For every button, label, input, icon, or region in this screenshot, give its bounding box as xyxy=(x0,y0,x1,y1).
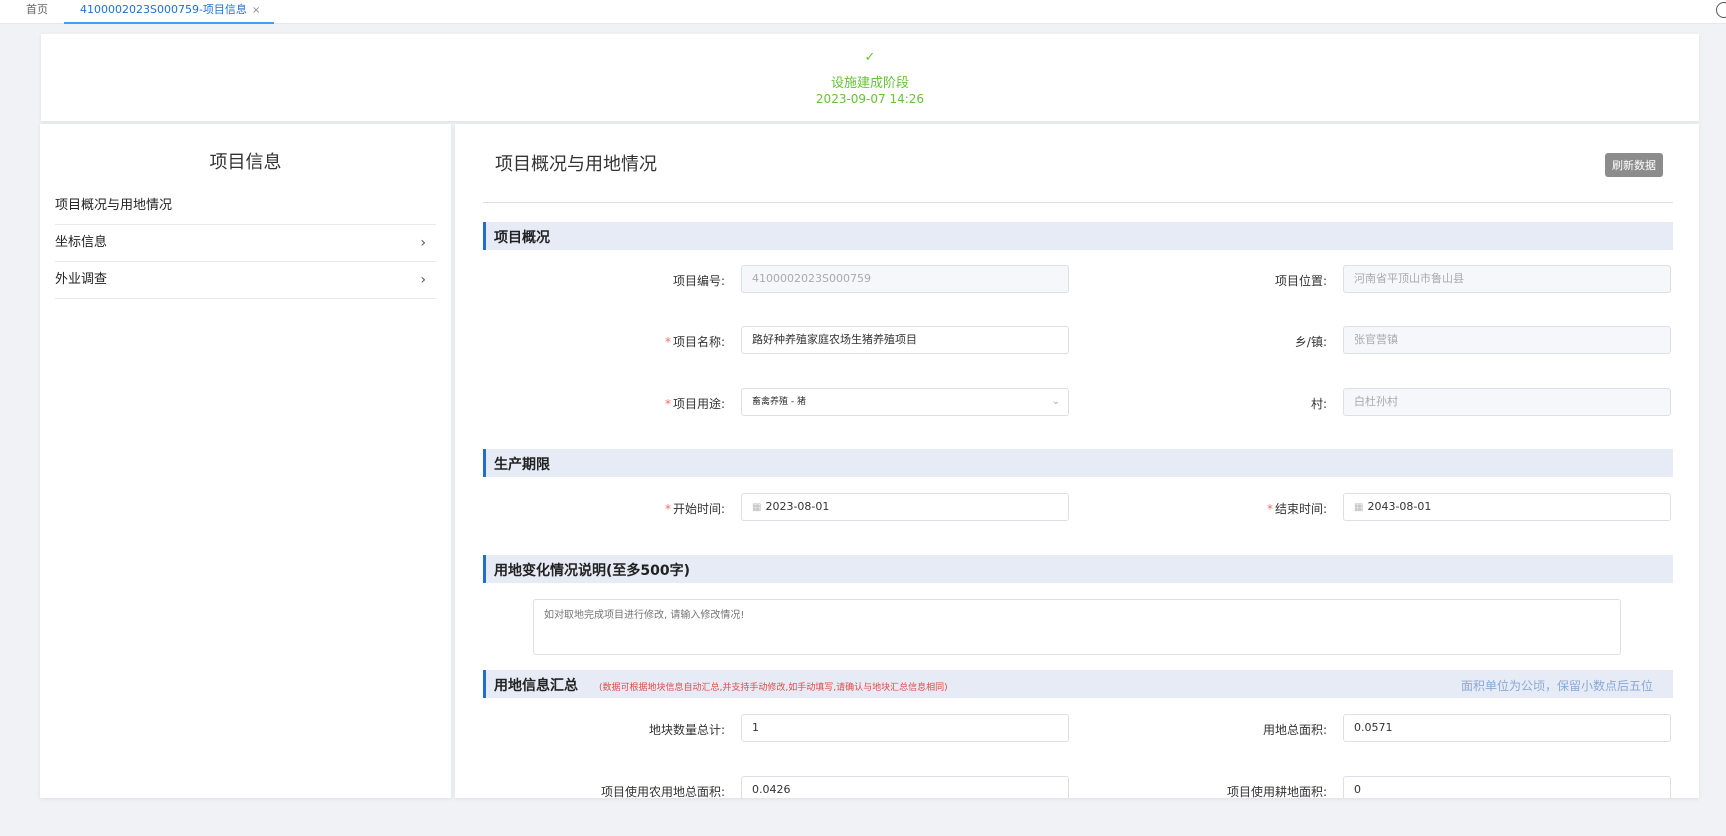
farm-area-label: 项目使用耕地面积: xyxy=(1226,785,1327,798)
required-mark: * xyxy=(664,335,671,349)
village-label: 村: xyxy=(1310,397,1327,411)
location-field[interactable]: 河南省平顶山市鲁山县 xyxy=(1343,265,1671,293)
section-title: 生产期限 xyxy=(494,457,550,473)
project-name-label: * 项目名称: xyxy=(615,333,725,350)
project-name-label-text: 项目名称: xyxy=(672,335,725,349)
chevron-down-icon: ⌄ xyxy=(1051,396,1060,407)
total-area-label: 用地总面积: xyxy=(1262,723,1327,737)
town-label: 乡/镇: xyxy=(1294,335,1327,349)
section-title: 项目概况 xyxy=(494,230,550,246)
plot-count-field[interactable]: 1 xyxy=(741,714,1069,742)
required-mark: * xyxy=(1266,502,1273,516)
chevron-right-icon: › xyxy=(420,235,426,251)
total-area-field[interactable]: 0.0571 xyxy=(1343,714,1671,742)
nav-item-label: 项目概况与用地情况 xyxy=(55,198,173,213)
plot-count-label: 地块数量总计: xyxy=(648,723,725,737)
agri-area-field[interactable]: 0.0426 xyxy=(741,776,1069,798)
section-summary: 用地信息汇总 (数据可根据地块信息自动汇总,并支持手动修改,如手动填写,请确认与… xyxy=(483,670,1673,698)
tab-project-info[interactable]: 4100002023S000759-项目信息 × xyxy=(64,0,275,24)
nav-item-label: 外业调查 xyxy=(55,272,108,287)
section-overview: 项目概况 xyxy=(483,222,1673,250)
start-date-picker[interactable]: ▦ 2023-08-01 xyxy=(741,493,1069,521)
project-name-field[interactable]: 路好种养殖家庭农场生猪养殖项目 xyxy=(741,326,1069,354)
nav-item-coordinates[interactable]: 坐标信息 › xyxy=(55,225,436,262)
tab-home[interactable]: 首页 xyxy=(26,0,48,22)
nav-item-field-survey[interactable]: 外业调查 › xyxy=(55,262,436,299)
end-date-value: 2043-08-01 xyxy=(1367,500,1432,513)
start-date-label-text: 开始时间: xyxy=(672,502,725,516)
calendar-icon: ▦ xyxy=(1354,502,1364,513)
purpose-select-value: 畜禽养殖 - 猪 xyxy=(752,397,806,407)
refresh-circle-icon[interactable] xyxy=(1716,2,1726,18)
summary-note: (数据可根据地块信息自动汇总,并支持手动修改,如手动填写,请确认与地块汇总信息相… xyxy=(599,683,948,693)
page-title: 项目概况与用地情况 xyxy=(495,154,657,175)
tab-project-info-label: 4100002023S000759-项目信息 xyxy=(80,3,247,16)
change-description-textarea[interactable] xyxy=(533,599,1621,655)
village-field[interactable]: 白杜孙村 xyxy=(1343,388,1671,416)
left-panel-title: 项目信息 xyxy=(209,152,282,173)
farm-area-field[interactable]: 0 xyxy=(1343,776,1671,798)
main-form-panel: 项目概况与用地情况 刷新数据 项目概况 项目编号: 4100002023S000… xyxy=(455,124,1699,798)
section-title: 用地信息汇总 xyxy=(494,678,578,694)
calendar-icon: ▦ xyxy=(752,502,762,513)
location-label: 项目位置: xyxy=(1274,274,1327,288)
project-no-field[interactable]: 4100002023S000759 xyxy=(741,265,1069,293)
project-no-label: 项目编号: xyxy=(672,274,725,288)
end-date-label: * 结束时间: xyxy=(1215,500,1327,517)
tab-bar: 首页 4100002023S000759-项目信息 × xyxy=(0,0,1726,24)
required-mark: * xyxy=(664,502,671,516)
area-unit-note: 面积单位为公顷，保留小数点后五位 xyxy=(1460,679,1653,693)
close-icon[interactable]: × xyxy=(252,1,260,21)
refresh-data-button[interactable]: 刷新数据 xyxy=(1605,153,1663,177)
check-icon: ✓ xyxy=(864,50,876,65)
start-date-value: 2023-08-01 xyxy=(765,500,830,513)
section-period: 生产期限 xyxy=(483,449,1673,477)
end-date-picker[interactable]: ▦ 2043-08-01 xyxy=(1343,493,1671,521)
purpose-label: * 项目用途: xyxy=(615,395,725,412)
end-date-label-text: 结束时间: xyxy=(1274,502,1327,516)
left-nav-panel: 项目信息 项目概况与用地情况 坐标信息 › 外业调查 › xyxy=(40,124,451,798)
agri-area-label: 项目使用农用地总面积: xyxy=(600,785,725,798)
stage-title: 设施建成阶段 xyxy=(830,76,909,91)
purpose-select[interactable]: 畜禽养殖 - 猪 ⌄ xyxy=(741,388,1069,416)
purpose-label-text: 项目用途: xyxy=(672,397,725,411)
town-field[interactable]: 张官营镇 xyxy=(1343,326,1671,354)
nav-item-overview[interactable]: 项目概况与用地情况 xyxy=(55,188,436,225)
stage-card: ✓ 设施建成阶段 2023-09-07 14:26 xyxy=(41,34,1699,121)
stage-date: 2023-09-07 14:26 xyxy=(815,92,925,106)
required-mark: * xyxy=(664,397,671,411)
divider xyxy=(483,202,1673,203)
nav-item-label: 坐标信息 xyxy=(55,235,108,250)
chevron-right-icon: › xyxy=(420,272,426,288)
start-date-label: * 开始时间: xyxy=(615,500,725,517)
section-title: 用地变化情况说明(至多500字) xyxy=(494,563,691,579)
section-change: 用地变化情况说明(至多500字) xyxy=(483,555,1673,583)
